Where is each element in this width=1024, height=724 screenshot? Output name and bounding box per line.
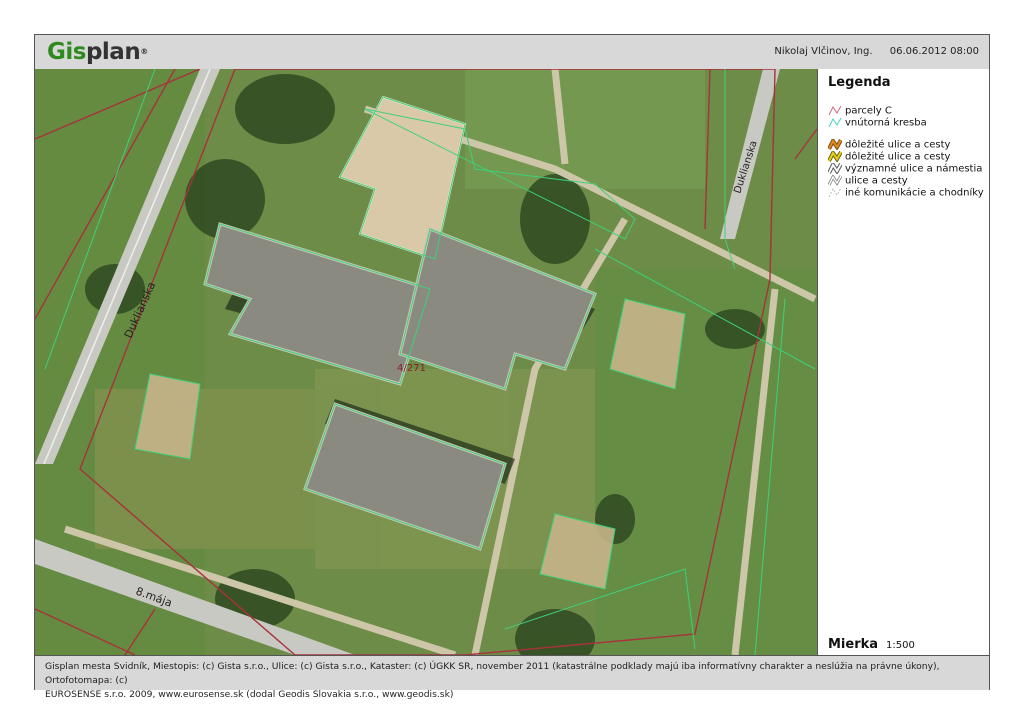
map-view[interactable]: Duklianska Duklianska 8.mája 4/271 [35, 69, 818, 655]
logo-registered-mark: ® [140, 47, 148, 56]
legend-item-important-roads-yellow: dôležité ulice a cesty [828, 151, 950, 163]
scale-value: 1:500 [886, 640, 915, 651]
cyan-line-icon [828, 117, 842, 128]
logo-text-part2: plan [85, 39, 141, 65]
header-datetime: 06.06.2012 08:00 [889, 46, 979, 57]
legend-item-parcels: parcely C [828, 105, 892, 117]
parcel-number-label[interactable]: 4/271 [397, 363, 426, 374]
footer-bar: Gisplan mesta Svidník, Miestopis: (c) Gi… [35, 655, 989, 700]
header-user: Nikolaj Vlčinov, Ing. [774, 46, 873, 57]
legend-item-other-paths: iné komunikácie a chodníky [828, 187, 984, 199]
orange-road-icon [828, 139, 842, 150]
grey-road-icon [828, 163, 842, 174]
legend-item-important-roads-orange: dôležité ulice a cesty [828, 139, 950, 151]
orthophoto-map[interactable]: Duklianska Duklianska 8.mája 4/271 [35, 69, 817, 655]
legend-item-label: iné komunikácie a chodníky [845, 187, 984, 199]
legend-panel: Legenda parcely C vnútorná kresba dôleži… [818, 69, 989, 655]
legend-item-streets: ulice a cesty [828, 175, 908, 187]
scale-label: Mierka [828, 637, 879, 652]
pink-line-icon [828, 105, 842, 116]
footer-line-1: Gisplan mesta Svidník, Miestopis: (c) Gi… [45, 661, 940, 686]
map-sheet: Gisplan® Nikolaj Vlčinov, Ing. 06.06.201… [34, 34, 990, 700]
logo-text-part1: Gis [47, 39, 86, 65]
legend-item-label: významné ulice a námestia [845, 163, 983, 175]
gisplan-logo[interactable]: Gisplan® [47, 38, 148, 66]
header-info: Nikolaj Vlčinov, Ing. 06.06.2012 08:00 [760, 46, 979, 57]
legend-item-label: dôležité ulice a cesty [845, 151, 951, 163]
yellow-road-icon [828, 151, 842, 162]
legend-item-label: vnútorná kresba [845, 117, 927, 129]
footer-attribution: Gisplan mesta Svidník, Miestopis: (c) Gi… [45, 660, 980, 702]
legend-item-label: parcely C [845, 105, 892, 117]
scale-block: Mierka 1:500 [828, 637, 915, 652]
dashed-path-icon [828, 187, 842, 198]
grey-road-icon [828, 175, 842, 186]
legend-title: Legenda [828, 75, 891, 90]
legend-item-significant-streets: významné ulice a námestia [828, 163, 982, 175]
footer-line-2: EUROSENSE s.r.o. 2009, www.eurosense.sk … [45, 689, 454, 700]
legend-item-label: dôležité ulice a cesty [845, 139, 951, 151]
header-bar: Gisplan® Nikolaj Vlčinov, Ing. 06.06.201… [35, 35, 989, 70]
legend-item-inner-drawing: vnútorná kresba [828, 117, 927, 129]
legend-item-label: ulice a cesty [845, 175, 908, 187]
